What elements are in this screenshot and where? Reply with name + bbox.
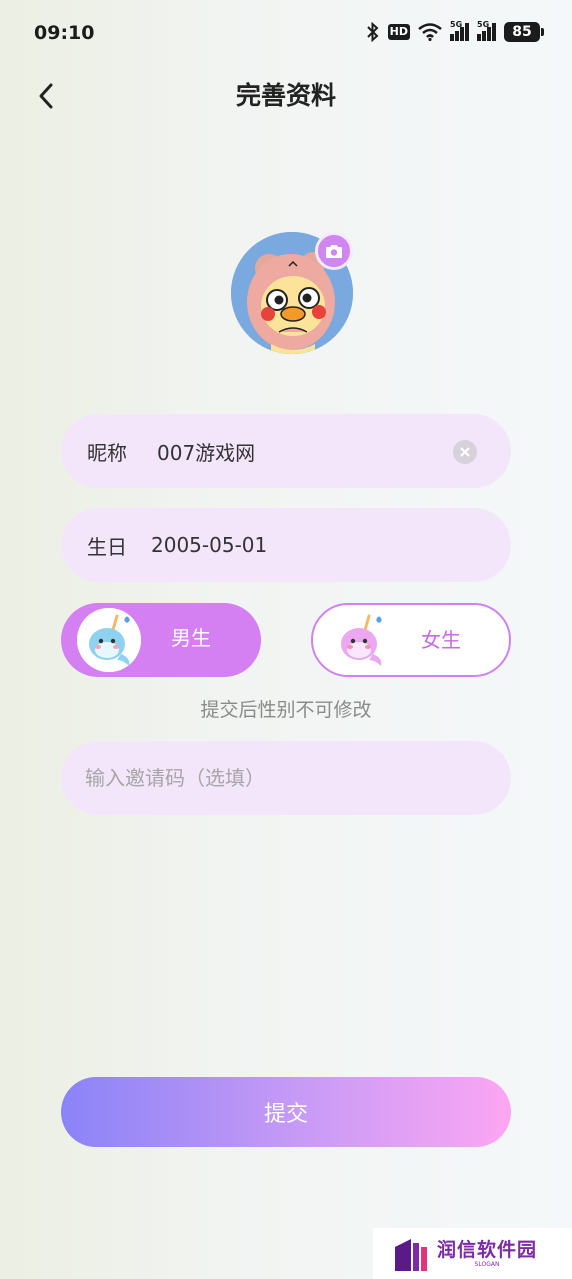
narwhal-male-icon (77, 608, 141, 672)
signal-icon-2: 5G (477, 20, 496, 41)
hd-icon: HD (387, 24, 410, 40)
watermark: 润信软件园 SLOGAN (373, 1228, 572, 1279)
gender-female-button[interactable]: 女生 (311, 603, 511, 677)
status-time: 09:10 (34, 22, 95, 44)
close-icon (460, 447, 470, 457)
birthday-label: 生日 (87, 534, 127, 559)
status-bar: 09:10 HD 5G 5G 85 (0, 0, 572, 68)
camera-icon (326, 244, 342, 258)
clear-button[interactable] (453, 440, 477, 464)
narwhal-female-icon (329, 608, 393, 672)
avatar-upload[interactable] (231, 232, 353, 354)
invite-code-input[interactable] (61, 741, 511, 815)
camera-badge[interactable] (315, 232, 353, 270)
battery-indicator: 85 (504, 22, 544, 42)
bluetooth-icon (366, 22, 379, 42)
nickname-field[interactable]: 昵称 007游戏网 (61, 414, 511, 488)
gender-female-label: 女生 (421, 628, 461, 652)
gender-male-label: 男生 (171, 626, 211, 650)
watermark-logo-icon (395, 1238, 427, 1271)
birthday-field[interactable]: 生日 2005-05-01 (61, 508, 511, 582)
nickname-value[interactable]: 007游戏网 (157, 437, 255, 466)
page-title: 完善资料 (235, 81, 336, 110)
gender-hint: 提交后性别不可修改 (200, 699, 372, 721)
signal-icon-1: 5G (450, 20, 469, 41)
submit-button[interactable]: 提交 (61, 1077, 511, 1147)
watermark-slogan: SLOGAN (474, 1260, 500, 1268)
birthday-value[interactable]: 2005-05-01 (151, 533, 267, 557)
watermark-title: 润信软件园 (437, 1238, 538, 1261)
nickname-label: 昵称 (87, 440, 127, 465)
status-icons: HD 5G 5G 85 (366, 20, 544, 42)
gender-male-button[interactable]: 男生 (61, 603, 261, 677)
wifi-icon (418, 23, 442, 41)
